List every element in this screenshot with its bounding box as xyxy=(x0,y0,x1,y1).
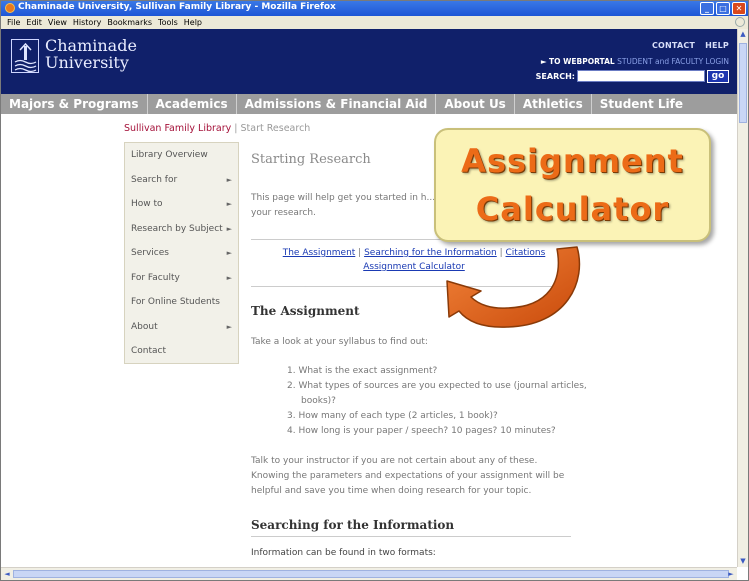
submenu-arrow-icon: ► xyxy=(226,175,232,184)
link-sep: | xyxy=(355,248,365,258)
menu-bookmarks[interactable]: Bookmarks xyxy=(107,18,152,27)
sidebar-item-library-overview[interactable]: Library Overview xyxy=(125,143,238,168)
search-label: SEARCH: xyxy=(535,71,575,81)
sidebar-item-label: For Faculty xyxy=(131,272,180,283)
main-nav: Majors & Programs Academics Admissions &… xyxy=(1,94,737,114)
sidebar-item-label: Search for xyxy=(131,174,178,185)
list-item: 1. What is the exact assignment? xyxy=(287,366,438,376)
scroll-down-icon[interactable]: ▼ xyxy=(738,556,748,567)
sidebar-item-services[interactable]: Services ► xyxy=(125,241,238,266)
sidebar-item-label: Contact xyxy=(131,346,167,356)
callout-line2: Calculator xyxy=(475,190,670,228)
search-input[interactable] xyxy=(577,70,705,82)
nav-student-life[interactable]: Student Life xyxy=(592,94,691,114)
breadcrumb-library[interactable]: Sullivan Family Library xyxy=(124,123,231,134)
vertical-scrollbar[interactable]: ▲ ▼ xyxy=(737,29,748,567)
list-item: 4. How long is your paper / speech? 10 p… xyxy=(287,426,556,436)
nav-about-us[interactable]: About Us xyxy=(436,94,515,114)
vertical-scroll-thumb[interactable] xyxy=(739,43,747,123)
nav-majors-programs[interactable]: Majors & Programs xyxy=(1,94,148,114)
divider xyxy=(251,536,571,537)
brand-line2: University xyxy=(45,53,129,72)
assignment-calculator-callout: Assignment Calculator xyxy=(434,128,711,242)
menu-view[interactable]: View xyxy=(48,18,67,27)
heading-the-assignment: The Assignment xyxy=(251,304,360,318)
breadcrumb: Sullivan Family Library | Start Research xyxy=(124,123,310,134)
curved-arrow-icon xyxy=(446,246,581,328)
webportal-login-label: STUDENT and FACULTY LOGIN xyxy=(617,57,729,66)
submenu-arrow-icon: ► xyxy=(226,322,232,331)
title-bar: Chaminade University, Sullivan Family Li… xyxy=(1,1,748,16)
sidebar-item-how-to[interactable]: How to ► xyxy=(125,192,238,217)
firefox-icon xyxy=(5,3,15,13)
throbber-icon xyxy=(735,17,745,27)
heading-searching: Searching for the Information xyxy=(251,518,455,532)
window-controls: _ □ ✕ xyxy=(700,2,746,15)
webportal-arrow-icon: ► xyxy=(540,57,547,66)
help-link[interactable]: HELP xyxy=(705,41,729,50)
site-header: Chaminade University CONTACT HELP ► TO WE… xyxy=(1,29,737,94)
page-title: Starting Research xyxy=(251,152,371,167)
menu-edit[interactable]: Edit xyxy=(26,18,42,27)
horizontal-scroll-thumb[interactable] xyxy=(13,570,729,578)
maximize-icon[interactable]: □ xyxy=(716,2,730,15)
searching-intro: Information can be found in two formats: xyxy=(251,548,436,558)
submenu-arrow-icon: ► xyxy=(226,273,232,282)
callout-line1: Assignment xyxy=(461,142,684,180)
breadcrumb-sep: | xyxy=(231,123,241,134)
site-search: SEARCH: go xyxy=(536,69,729,83)
sidebar-item-about[interactable]: About ► xyxy=(125,315,238,340)
sidebar-item-search-for[interactable]: Search for ► xyxy=(125,168,238,193)
list-item: 3. How many of each type (2 articles, 1 … xyxy=(287,411,498,421)
link-the-assignment[interactable]: The Assignment xyxy=(283,248,356,258)
sidebar-item-label: Services xyxy=(131,248,169,258)
university-logo-icon[interactable] xyxy=(11,39,39,73)
menu-help[interactable]: Help xyxy=(184,18,202,27)
brand-line1: Chaminade xyxy=(45,36,137,55)
scroll-left-icon[interactable]: ◄ xyxy=(2,569,12,579)
list-item: 2. What types of sources are you expecte… xyxy=(287,381,587,406)
breadcrumb-current: Start Research xyxy=(240,123,311,134)
nav-admissions[interactable]: Admissions & Financial Aid xyxy=(237,94,437,114)
webportal-label: TO WEBPORTAL xyxy=(549,57,615,66)
contact-link[interactable]: CONTACT xyxy=(652,41,695,50)
scroll-right-icon[interactable]: ► xyxy=(726,569,736,579)
menu-file[interactable]: File xyxy=(7,18,20,27)
sidebar-item-for-online-students[interactable]: For Online Students xyxy=(125,290,238,315)
assignment-list: 1. What is the exact assignment? 2. What… xyxy=(287,364,587,439)
scroll-up-icon[interactable]: ▲ xyxy=(738,29,748,40)
sidebar-item-label: How to xyxy=(131,199,163,209)
submenu-arrow-icon: ► xyxy=(226,224,232,233)
browser-window: Chaminade University, Sullivan Family Li… xyxy=(0,0,749,581)
menu-bar: File Edit View History Bookmarks Tools Help xyxy=(1,16,748,29)
intro-text: This page will help get you started in h… xyxy=(251,193,436,218)
sidebar-item-label: Library Overview xyxy=(131,150,208,160)
sidebar-item-label: For Online Students xyxy=(131,297,220,307)
sidebar-item-contact[interactable]: Contact xyxy=(125,339,238,364)
submenu-arrow-icon: ► xyxy=(226,249,232,257)
brand-name[interactable]: Chaminade University xyxy=(45,37,137,71)
minimize-icon[interactable]: _ xyxy=(700,2,714,15)
menu-tools[interactable]: Tools xyxy=(158,18,178,27)
sidebar-item-label: About xyxy=(131,321,158,332)
sidebar-item-label: Research by Subject xyxy=(131,223,223,234)
nav-academics[interactable]: Academics xyxy=(148,94,237,114)
submenu-arrow-icon: ► xyxy=(226,200,232,208)
menu-history[interactable]: History xyxy=(73,18,101,27)
sidebar-item-for-faculty[interactable]: For Faculty ► xyxy=(125,266,238,291)
nav-athletics[interactable]: Athletics xyxy=(515,94,592,114)
assignment-paragraph: Talk to your instructor if you are not c… xyxy=(251,456,565,496)
close-icon[interactable]: ✕ xyxy=(732,2,746,15)
horizontal-scrollbar[interactable]: ◄ ► xyxy=(1,567,737,580)
top-links: CONTACT HELP xyxy=(642,41,729,50)
webportal-link[interactable]: ► TO WEBPORTAL STUDENT and FACULTY LOGIN xyxy=(541,57,729,66)
library-sidebar: Library Overview Search for ► How to ► Res… xyxy=(124,142,239,364)
sidebar-item-research-by-subject[interactable]: Research by Subject ► xyxy=(125,217,238,242)
go-button[interactable]: go xyxy=(707,69,729,83)
window-title: Chaminade University, Sullivan Family Li… xyxy=(18,2,336,12)
